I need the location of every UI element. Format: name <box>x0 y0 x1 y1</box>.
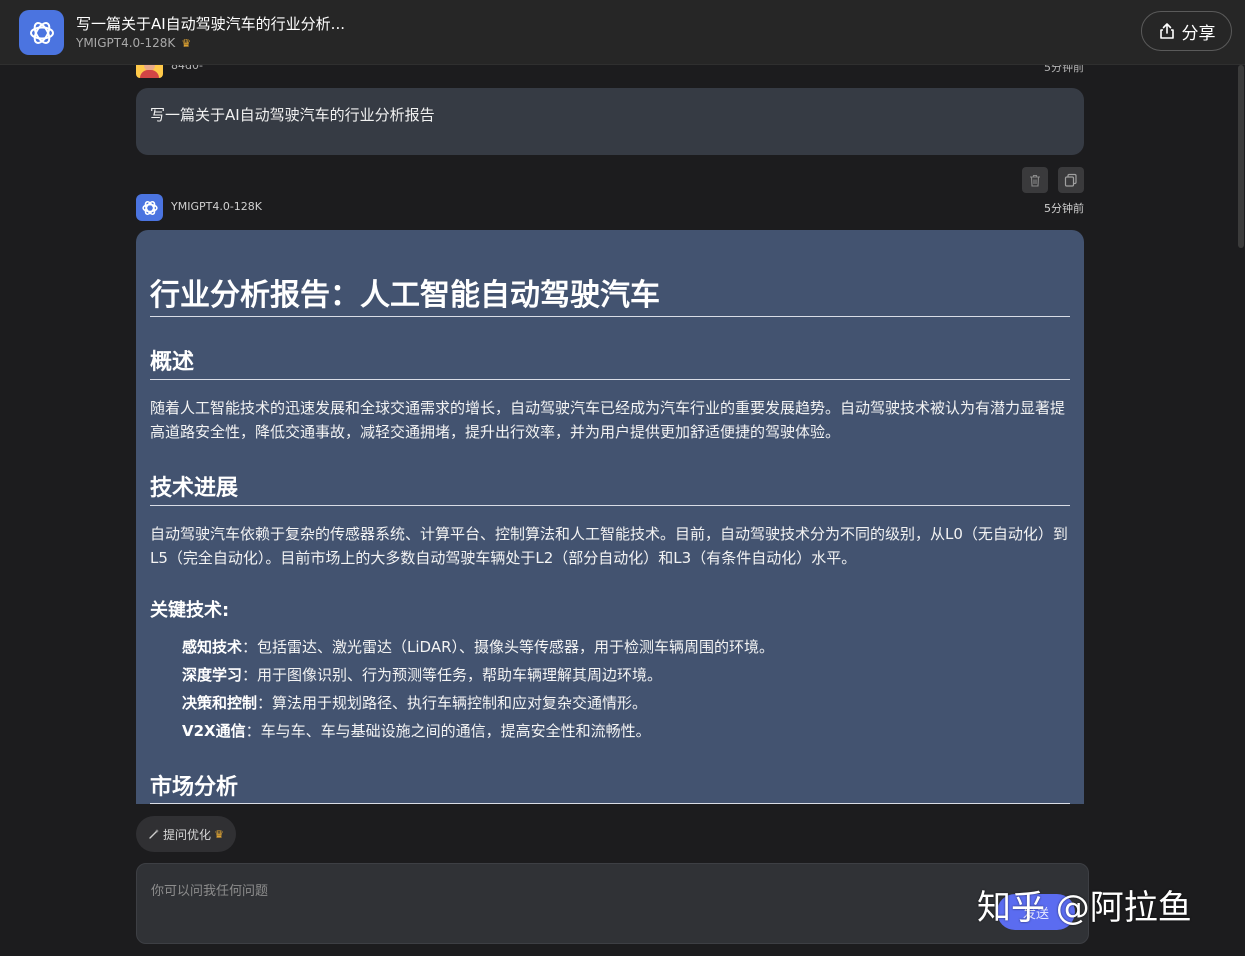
avatar-body <box>140 70 159 78</box>
overview-paragraph: 随着人工智能技术的迅速发展和全球交通需求的增长，自动驾驶汽车已经成为汽车行业的重… <box>150 399 1066 441</box>
zhihu-watermark: 知乎 @阿拉鱼 <box>977 888 1192 928</box>
copy-button[interactable] <box>1058 167 1084 193</box>
app-logo <box>19 10 64 55</box>
list-item: 深度学习：用于图像识别、行为预测等任务，帮助车辆理解其周边环境。 <box>182 661 1062 689</box>
bot-message-bubble: 行业分析报告：人工智能自动驾驶汽车 概述 随着人工智能技术的迅速发展和全球交通需… <box>136 230 1084 804</box>
top-header: 写一篇关于AI自动驾驶汽车的行业分析... YMIGPT4.0-128K ♛ 分… <box>0 0 1245 65</box>
list-item-desc: ：算法用于规划路径、执行车辆控制和应对复杂交通情形。 <box>257 694 648 712</box>
tech-divider <box>150 505 1070 506</box>
chat-input-box[interactable]: 发送 <box>136 863 1089 944</box>
chat-input[interactable] <box>151 880 971 930</box>
delete-button[interactable] <box>1022 167 1048 193</box>
list-item: 决策和控制：算法用于规划路径、执行车辆控制和应对复杂交通情形。 <box>182 689 1062 717</box>
section-heading-overview: 概述 <box>150 350 195 375</box>
optimize-question-button[interactable]: 提问优化 ♛ <box>136 816 236 852</box>
openai-logo-icon <box>141 200 158 215</box>
section-heading-tech: 技术进展 <box>150 476 239 501</box>
share-label: 分享 <box>1181 23 1216 44</box>
title-divider <box>150 316 1070 317</box>
bot-name: YMIGPT4.0-128K <box>171 200 263 213</box>
scrollbar-thumb[interactable] <box>1238 65 1244 248</box>
overview-divider <box>150 379 1070 380</box>
user-message-bubble: 写一篇关于AI自动驾驶汽车的行业分析报告 <box>136 88 1084 155</box>
model-label: YMIGPT4.0-128K ♛ <box>76 36 191 50</box>
key-tech-heading: 关键技术: <box>150 600 230 621</box>
chat-page: 写一篇关于AI自动驾驶汽车的行业分析... YMIGPT4.0-128K ♛ 分… <box>0 0 1245 956</box>
list-item: 感知技术：包括雷达、激光雷达（LiDAR）、摄像头等传感器，用于检测车辆周围的环… <box>182 633 1062 661</box>
list-item-desc: ：用于图像识别、行为预测等任务，帮助车辆理解其周边环境。 <box>242 666 663 684</box>
list-item-desc: ：车与车、车与基础设施之间的通信，提高安全性和流畅性。 <box>245 722 651 740</box>
model-name: YMIGPT4.0-128K <box>76 36 176 50</box>
copy-icon <box>1064 173 1077 187</box>
share-icon <box>1159 23 1174 39</box>
market-divider <box>150 803 1070 804</box>
openai-logo-icon <box>29 21 54 44</box>
crown-icon: ♛ <box>181 36 192 50</box>
key-tech-list: 感知技术：包括雷达、激光雷达（LiDAR）、摄像头等传感器，用于检测车辆周围的环… <box>182 633 1062 745</box>
bot-avatar <box>136 194 163 221</box>
list-item-term: V2X通信 <box>182 722 246 740</box>
list-item-term: 感知技术 <box>182 638 243 656</box>
share-button[interactable]: 分享 <box>1141 11 1232 51</box>
bot-message-time: 5分钟前 <box>1044 202 1084 215</box>
trash-icon <box>1030 174 1040 187</box>
conversation-title: 写一篇关于AI自动驾驶汽车的行业分析... <box>76 15 345 33</box>
list-item-desc: ：包括雷达、激光雷达（LiDAR）、摄像头等传感器，用于检测车辆周围的环境。 <box>242 638 775 656</box>
report-title: 行业分析报告：人工智能自动驾驶汽车 <box>150 278 660 313</box>
list-item-term: 决策和控制 <box>182 694 258 712</box>
magic-wand-icon <box>149 829 160 839</box>
section-heading-market: 市场分析 <box>150 775 239 800</box>
optimize-label: 提问优化 <box>163 827 212 842</box>
tech-paragraph: 自动驾驶汽车依赖于复杂的传感器系统、计算平台、控制算法和人工智能技术。目前，自动… <box>150 525 1068 567</box>
list-item: V2X通信：车与车、车与基础设施之间的通信，提高安全性和流畅性。 <box>182 717 1062 745</box>
list-item-term: 深度学习 <box>182 666 243 684</box>
crown-icon: ♛ <box>214 827 224 841</box>
